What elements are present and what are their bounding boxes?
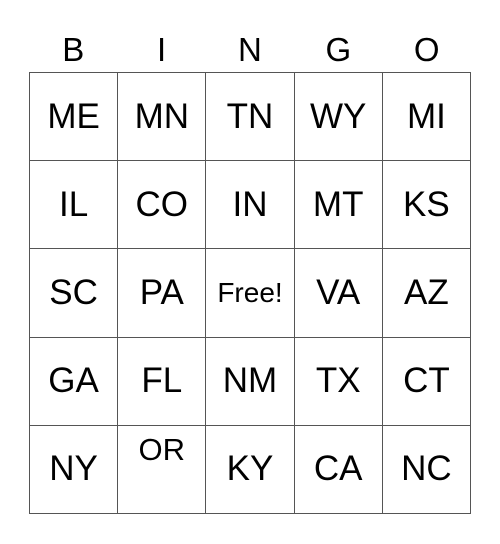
bingo-cell[interactable]: NC <box>382 425 471 514</box>
bingo-cell[interactable]: NY <box>30 425 119 514</box>
bingo-cell[interactable]: WY <box>294 73 383 162</box>
bingo-cell[interactable]: CA <box>294 425 383 514</box>
cell-label: CA <box>313 449 363 489</box>
cell-label: ME <box>47 96 100 136</box>
cell-label: TN <box>226 96 274 136</box>
cell-label: TX <box>315 361 361 401</box>
cell-label: OR <box>138 431 186 467</box>
bingo-cell[interactable]: VA <box>294 249 383 338</box>
cell-label: IN <box>232 184 268 224</box>
header-letter-b: B <box>62 31 85 68</box>
free-space-cell[interactable]: Free! <box>206 249 295 338</box>
cell-label: KS <box>403 184 450 224</box>
cell-label: Free! <box>217 276 283 308</box>
cell-label: MT <box>312 184 364 224</box>
cell-label: PA <box>139 272 184 312</box>
bingo-cell[interactable]: KY <box>206 425 295 514</box>
bingo-cell[interactable]: SC <box>30 249 119 338</box>
bingo-cell[interactable]: MN <box>118 73 207 162</box>
cell-label: KY <box>226 449 274 489</box>
cell-label: MN <box>134 96 189 136</box>
bingo-cell[interactable]: KS <box>382 161 471 250</box>
bingo-cell[interactable]: NM <box>206 337 295 426</box>
header-letter-n: N <box>238 31 262 68</box>
bingo-cell[interactable]: TX <box>294 337 383 426</box>
cell-label: CO <box>135 184 189 224</box>
cell-label: NM <box>222 361 278 401</box>
bingo-cell[interactable]: ME <box>30 73 119 162</box>
cell-label: GA <box>48 361 99 401</box>
bingo-cell[interactable]: FL <box>118 337 207 426</box>
bingo-cell[interactable]: MT <box>294 161 383 250</box>
header-letter-i: I <box>157 31 167 68</box>
cell-label: SC <box>49 272 98 312</box>
header-letter-g: G <box>325 31 352 68</box>
bingo-cell[interactable]: MI <box>382 73 471 162</box>
cell-label: NY <box>49 449 98 489</box>
cell-label: AZ <box>404 272 449 312</box>
cell-label: VA <box>316 272 361 312</box>
bingo-card-grid: ME MN TN WY MI IL CO IN MT KS SC PA Free… <box>29 72 471 514</box>
bingo-cell[interactable]: CT <box>382 337 471 426</box>
bingo-header: B I N G O <box>29 28 471 72</box>
cell-label: CT <box>403 361 450 401</box>
bingo-cell[interactable]: CO <box>118 161 207 250</box>
cell-label: WY <box>310 96 367 136</box>
cell-label: IL <box>58 184 89 224</box>
bingo-cell[interactable]: OR <box>118 425 207 514</box>
bingo-cell[interactable]: PA <box>118 249 207 338</box>
cell-label: MI <box>406 96 446 136</box>
bingo-cell[interactable]: GA <box>30 337 119 426</box>
bingo-cell[interactable]: AZ <box>382 249 471 338</box>
bingo-cell[interactable]: TN <box>206 73 295 162</box>
bingo-cell[interactable]: IN <box>206 161 295 250</box>
header-letter-o: O <box>413 31 440 68</box>
bingo-cell[interactable]: IL <box>30 161 119 250</box>
cell-label: FL <box>141 361 183 401</box>
cell-label: NC <box>401 449 452 489</box>
